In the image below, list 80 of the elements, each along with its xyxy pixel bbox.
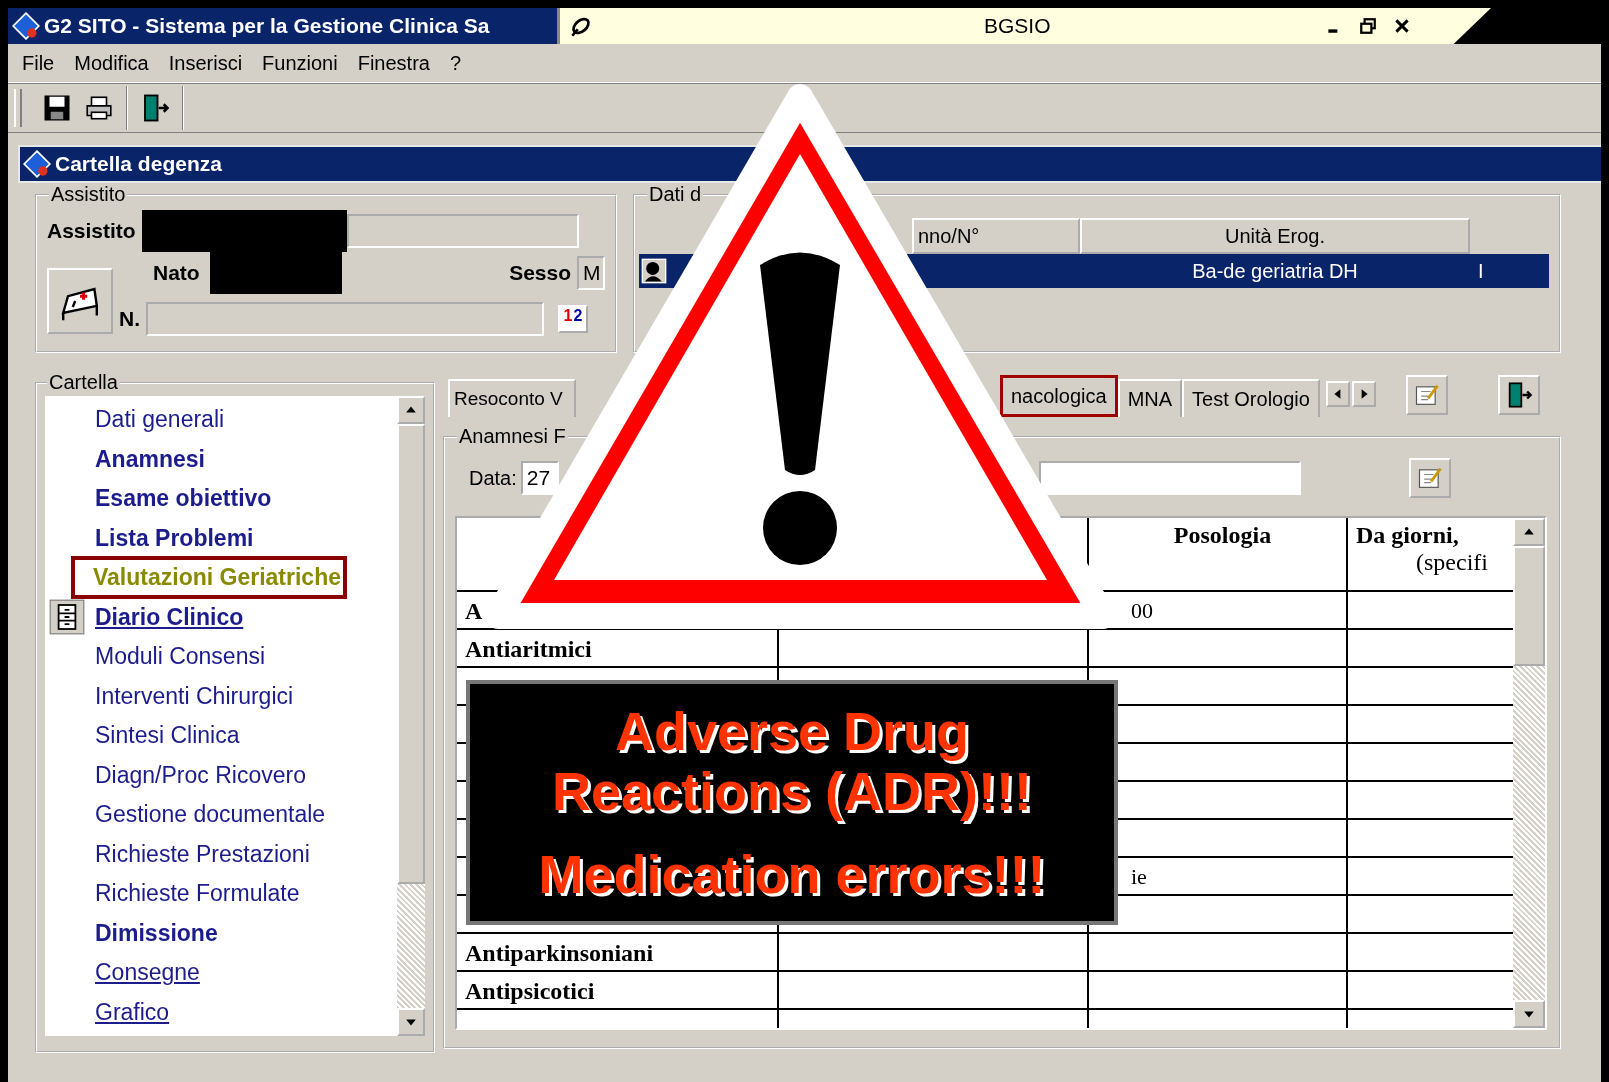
person-icon (641, 258, 667, 284)
navigation-item[interactable]: Richieste Formulate (95, 880, 300, 908)
group-label: Cartella (48, 371, 119, 394)
table-cell: Antipsicotici (465, 977, 595, 1005)
menu-item[interactable]: Finestra (347, 51, 440, 75)
tab[interactable]: Resoconto V (448, 379, 576, 417)
scroll-down-button[interactable] (1513, 1000, 1545, 1028)
tab-title: BGSIO (984, 14, 1051, 38)
navigation-item[interactable]: Moduli Consensi (95, 643, 266, 671)
table-cell: Antiaritmici (465, 635, 592, 663)
navigation-item[interactable]: Grafico (95, 998, 170, 1026)
navigation-item[interactable]: Richieste Prestazioni (95, 840, 310, 868)
field-label: N. (119, 307, 140, 331)
sex-field[interactable]: M (577, 256, 605, 290)
scroll-up-button[interactable] (1513, 518, 1545, 546)
document-title: Cartella degenza (55, 152, 222, 176)
edit-button[interactable] (1408, 458, 1451, 498)
navigation-item[interactable]: Diario Clinico (95, 603, 244, 631)
name-field[interactable] (346, 214, 579, 248)
navigation-item[interactable]: Dimissione (95, 919, 218, 947)
menu-item[interactable]: File (12, 51, 65, 75)
navigation-item[interactable]: Sintesi Clinica (95, 722, 240, 750)
column-header[interactable]: Unità Erog. (1080, 218, 1470, 254)
tab-scroll-left-button[interactable] (1325, 381, 1350, 407)
date-field[interactable]: 27 (520, 461, 559, 495)
navigation-item[interactable]: Interventi Chirurgici (95, 682, 294, 710)
column-header[interactable]: nno/N° (912, 218, 1080, 254)
table-cell: ie (1131, 864, 1147, 890)
navigation-item[interactable]: Lista Problemi (95, 524, 254, 552)
column-note: (specifi (1416, 549, 1488, 576)
column-header: Posologia (1173, 522, 1272, 549)
app-logo-icon (23, 150, 51, 178)
menu-item[interactable]: Funzioni (252, 51, 348, 75)
menu-item[interactable]: Inserisci (158, 51, 253, 75)
app-logo-icon (12, 12, 40, 40)
restore-icon[interactable] (1359, 17, 1377, 35)
save-icon[interactable] (42, 93, 72, 123)
navigation-item[interactable]: Esame obiettivo (95, 485, 272, 513)
group-label: Anamnesi F (458, 425, 567, 448)
table-cell: A (465, 597, 483, 625)
table-cell: Antiparkinsoniani (465, 939, 654, 967)
navigation-item[interactable]: Gestione documentale (95, 801, 326, 829)
field-label: Nato (153, 261, 200, 285)
field-label: Data: (469, 466, 517, 490)
scrollbar-thumb[interactable] (397, 424, 425, 884)
tab[interactable]: MNA (1117, 379, 1183, 417)
scroll-up-button[interactable] (397, 396, 425, 424)
bed-button[interactable] (47, 268, 113, 334)
group-label: Dati d (648, 183, 703, 206)
toolbar-grip[interactable] (14, 89, 22, 127)
column-header: Da giorni, (1356, 522, 1459, 549)
menu-item[interactable]: ? (439, 51, 472, 75)
cabinet-icon[interactable] (49, 599, 85, 636)
alert-heading: Adverse Drug Reactions (ADR)!!! (552, 700, 1032, 822)
exit-button[interactable] (1497, 375, 1540, 415)
order-button[interactable]: 12 (558, 305, 588, 333)
navigation-item[interactable]: Anamnesi (95, 445, 205, 473)
navigation-item[interactable]: Diagn/Proc Ricovero (95, 761, 306, 789)
print-icon[interactable] (84, 93, 114, 123)
scrollbar-thumb[interactable] (1513, 546, 1545, 666)
group-label: Assistito (50, 183, 127, 206)
tab[interactable]: Test Orologio (1182, 379, 1320, 417)
table-cell-text: Ba-de geriatria DH (1191, 259, 1359, 283)
alert-text: Medication errors!!! (538, 843, 1046, 905)
navigation-item[interactable]: Dati generali (95, 406, 225, 434)
navigation-item[interactable]: Valutazioni Geriatriche (71, 556, 347, 600)
tab[interactable]: nacologica (1000, 375, 1118, 417)
menu-item[interactable]: Modifica (64, 51, 159, 75)
window-title: G2 SITO - Sistema per la Gestione Clinica Sa (44, 14, 490, 38)
field-label: Assistito (47, 219, 136, 243)
table-cell: I (1478, 259, 1484, 283)
table-cell: 00 (1131, 598, 1153, 624)
edit-button[interactable] (1405, 375, 1448, 415)
scroll-down-button[interactable] (397, 1008, 425, 1036)
field-label: Sesso (509, 261, 571, 285)
navigation-item[interactable]: Consegne (95, 959, 200, 987)
date-field-tail[interactable] (1038, 461, 1301, 495)
tab-scroll-right-button[interactable] (1351, 381, 1376, 407)
close-icon[interactable] (1393, 17, 1411, 35)
number-field[interactable] (146, 302, 544, 336)
